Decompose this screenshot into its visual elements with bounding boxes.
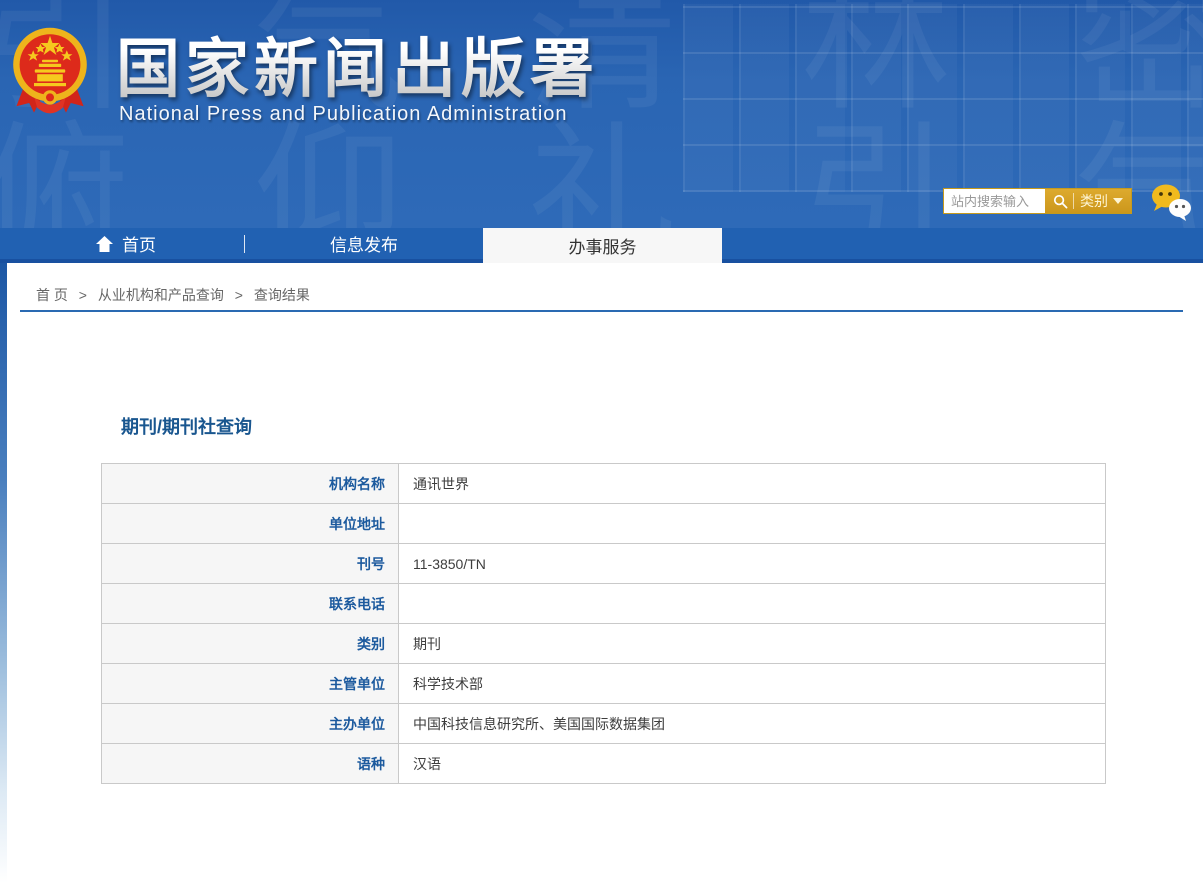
row-label: 单位地址 [101, 503, 399, 544]
breadcrumb-home[interactable]: 首 页 [36, 287, 68, 303]
row-label: 主管单位 [101, 663, 399, 704]
row-value [398, 583, 1106, 624]
row-value: 11-3850/TN [398, 543, 1106, 584]
left-accent-strip [0, 263, 7, 883]
row-label: 主办单位 [101, 703, 399, 744]
nav-item-label: 办事服务 [568, 238, 637, 257]
site-subtitle: National Press and Publication Administr… [119, 103, 568, 125]
breadcrumb-separator: > [78, 287, 87, 303]
chevron-down-icon [1113, 198, 1123, 204]
breadcrumb-current: 查询结果 [253, 287, 310, 303]
table-row: 类别 期刊 [101, 623, 1106, 664]
breadcrumb: 首 页 > 从业机构和产品查询 > 查询结果 [36, 285, 310, 305]
row-label: 类别 [101, 623, 399, 664]
row-value: 通讯世界 [398, 463, 1106, 504]
row-value: 中国科技信息研究所、美国国际数据集团 [398, 703, 1106, 744]
page: 引 气 清 林 密 俯 仰 礼 引 气 清 林 密 俯 仰 [0, 0, 1203, 883]
search-input[interactable] [944, 189, 1045, 213]
row-label: 语种 [101, 743, 399, 784]
national-emblem-icon [13, 27, 87, 114]
search-divider [1073, 193, 1074, 209]
table-row: 刊号 11-3850/TN [101, 543, 1106, 584]
row-label: 联系电话 [101, 583, 399, 624]
breadcrumb-separator: > [234, 287, 243, 303]
nav-item-home[interactable]: 首页 [7, 228, 245, 259]
row-value: 科学技术部 [398, 663, 1106, 704]
row-value: 汉语 [398, 743, 1106, 784]
breadcrumb-divider [20, 310, 1183, 312]
site-title: 国家新闻出版署 [116, 18, 599, 110]
category-dropdown[interactable]: 类别 [1080, 191, 1108, 211]
table-row: 语种 汉语 [101, 743, 1106, 784]
nav-item-label: 信息发布 [330, 236, 398, 255]
site-search: 类别 [943, 188, 1132, 214]
result-table: 机构名称 通讯世界 单位地址 刊号 11-3850/TN 联系电话 类别 期刊 … [101, 463, 1106, 784]
main-nav: 首页 信息发布 办事服务 [0, 228, 1203, 263]
nav-item-label: 首页 [122, 236, 156, 255]
table-row: 主办单位 中国科技信息研究所、美国国际数据集团 [101, 703, 1106, 744]
search-button[interactable]: 类别 [1045, 189, 1131, 213]
table-row: 单位地址 [101, 503, 1106, 544]
search-icon [1053, 194, 1068, 208]
table-row: 联系电话 [101, 583, 1106, 624]
page-title: 期刊/期刊社查询 [121, 417, 253, 437]
row-value [398, 503, 1106, 544]
wechat-icon[interactable] [1149, 183, 1193, 223]
table-row: 主管单位 科学技术部 [101, 663, 1106, 704]
home-icon [96, 235, 113, 252]
table-row: 机构名称 通讯世界 [101, 463, 1106, 504]
content-area: 首 页 > 从业机构和产品查询 > 查询结果 期刊/期刊社查询 机构名称 通讯世… [0, 263, 1203, 883]
row-value: 期刊 [398, 623, 1106, 664]
seal-grid-watermark [683, 4, 1203, 192]
header-banner: 引 气 清 林 密 俯 仰 礼 引 气 清 林 密 俯 仰 [0, 0, 1203, 228]
nav-item-services-active[interactable]: 办事服务 [483, 228, 722, 263]
row-label: 机构名称 [101, 463, 399, 504]
row-label: 刊号 [101, 543, 399, 584]
breadcrumb-query[interactable]: 从业机构和产品查询 [98, 287, 224, 303]
nav-item-news[interactable]: 信息发布 [245, 228, 483, 259]
